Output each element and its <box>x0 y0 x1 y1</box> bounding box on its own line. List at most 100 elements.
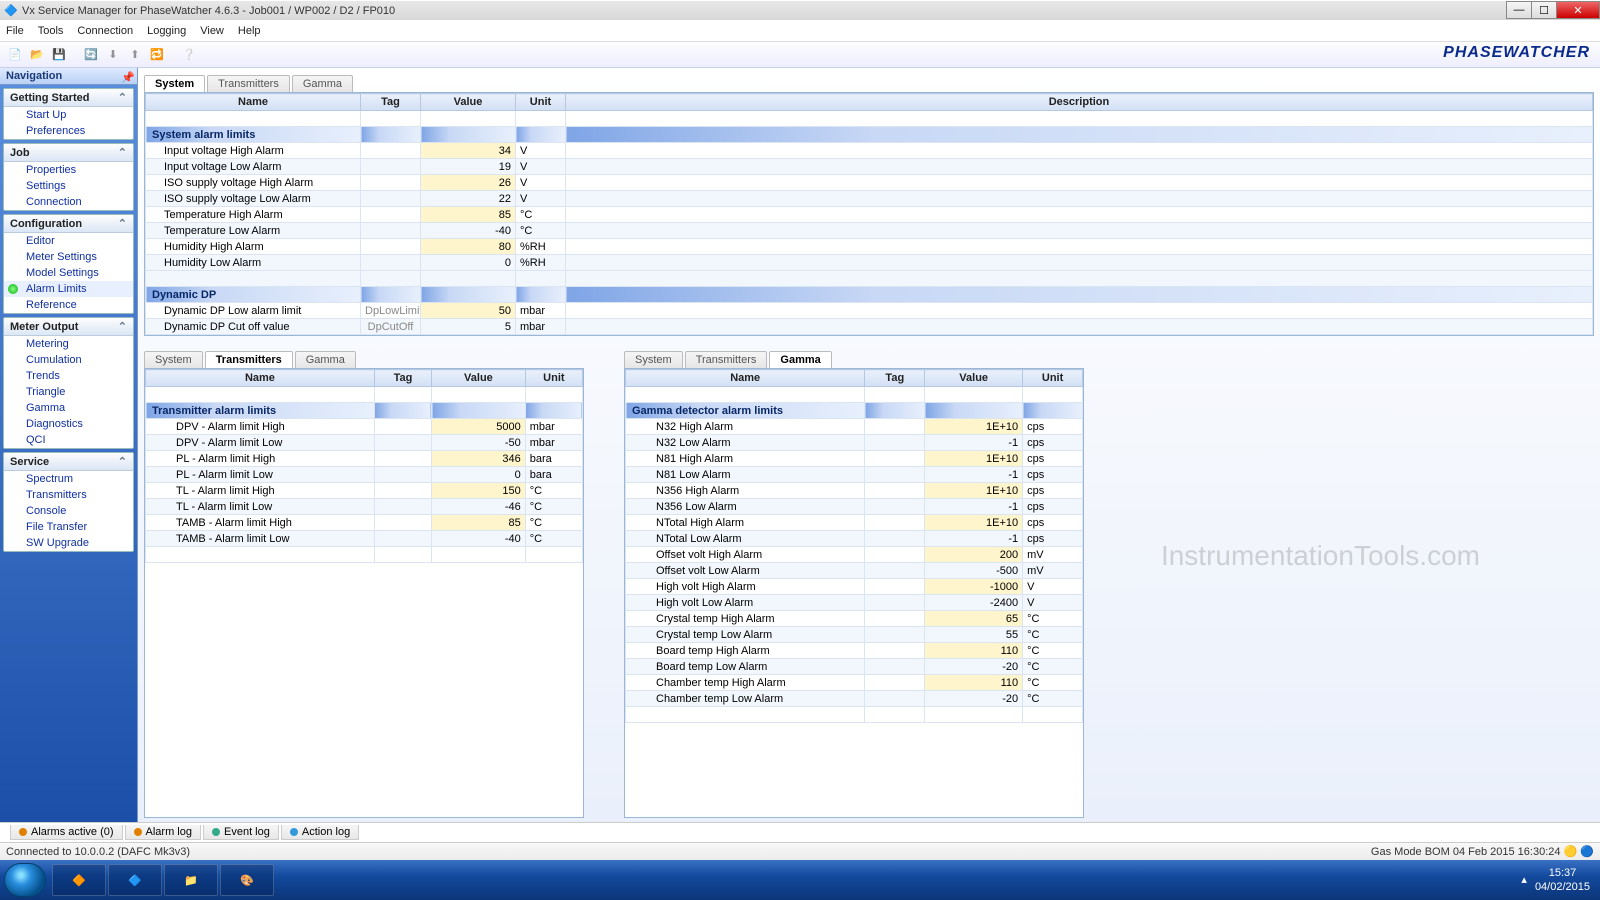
menu-connection[interactable]: Connection <box>77 25 133 37</box>
pin-icon[interactable]: 📌 <box>121 71 131 81</box>
column-header[interactable]: Unit <box>525 370 582 387</box>
table-row[interactable]: TAMB - Alarm limit Low-40°C <box>146 531 583 547</box>
save-icon[interactable]: 💾 <box>50 46 68 64</box>
table-row[interactable]: Dynamic DP Cut off valueDpCutOff5mbar <box>146 319 1593 335</box>
menu-view[interactable]: View <box>200 25 224 37</box>
tab-transmitters[interactable]: Transmitters <box>205 351 293 368</box>
task-item[interactable]: 🔶 <box>52 864 106 896</box>
column-header[interactable]: Value <box>925 370 1023 387</box>
refresh-icon[interactable]: 🔄 <box>82 46 100 64</box>
tab-gamma[interactable]: Gamma <box>295 351 356 368</box>
nav-item-alarm-limits[interactable]: Alarm Limits <box>4 281 133 297</box>
upload-icon[interactable]: ⬆ <box>126 46 144 64</box>
nav-item-gamma[interactable]: Gamma <box>4 400 133 416</box>
collapse-icon[interactable]: ⌃ <box>118 217 127 230</box>
task-item[interactable]: 🔷 <box>108 864 162 896</box>
table-row[interactable]: ISO supply voltage Low Alarm22V <box>146 191 1593 207</box>
collapse-icon[interactable]: ⌃ <box>118 455 127 468</box>
task-item[interactable]: 📁 <box>164 864 218 896</box>
nav-item-cumulation[interactable]: Cumulation <box>4 352 133 368</box>
nav-item-sw-upgrade[interactable]: SW Upgrade <box>4 535 133 551</box>
nav-panel-header[interactable]: Getting Started⌃ <box>4 89 133 107</box>
nav-item-spectrum[interactable]: Spectrum <box>4 471 133 487</box>
bottom-tab[interactable]: Event log <box>203 825 279 840</box>
table-row[interactable]: Crystal temp Low Alarm55°C <box>626 627 1083 643</box>
nav-item-settings[interactable]: Settings <box>4 178 133 194</box>
collapse-icon[interactable]: ⌃ <box>118 146 127 159</box>
table-row[interactable]: N32 Low Alarm-1cps <box>626 435 1083 451</box>
table-row[interactable]: Input voltage High Alarm34V <box>146 143 1593 159</box>
table-row[interactable]: Board temp Low Alarm-20°C <box>626 659 1083 675</box>
table-row[interactable]: TL - Alarm limit Low-46°C <box>146 499 583 515</box>
tab-system[interactable]: System <box>624 351 683 368</box>
download-icon[interactable]: ⬇ <box>104 46 122 64</box>
nav-panel-header[interactable]: Job⌃ <box>4 144 133 162</box>
column-header[interactable]: Unit <box>1023 370 1083 387</box>
collapse-icon[interactable]: ⌃ <box>118 91 127 104</box>
column-header[interactable]: Name <box>626 370 865 387</box>
table-row[interactable]: Chamber temp High Alarm110°C <box>626 675 1083 691</box>
table-row[interactable]: Offset volt Low Alarm-500mV <box>626 563 1083 579</box>
table-row[interactable]: Humidity High Alarm80%RH <box>146 239 1593 255</box>
nav-item-meter-settings[interactable]: Meter Settings <box>4 249 133 265</box>
table-row[interactable]: Offset volt High Alarm200mV <box>626 547 1083 563</box>
table-row[interactable]: Humidity Low Alarm0%RH <box>146 255 1593 271</box>
column-header[interactable]: Description <box>566 94 1593 111</box>
column-header[interactable]: Tag <box>374 370 431 387</box>
table-row[interactable]: Dynamic DP Low alarm limitDpLowLimit50mb… <box>146 303 1593 319</box>
task-item[interactable]: 🎨 <box>220 864 274 896</box>
bottom-tab[interactable]: Alarm log <box>125 825 201 840</box>
table-row[interactable]: N81 Low Alarm-1cps <box>626 467 1083 483</box>
bottom-tab[interactable]: Action log <box>281 825 359 840</box>
tab-gamma[interactable]: Gamma <box>769 351 831 368</box>
close-button[interactable]: ✕ <box>1556 1 1600 19</box>
start-button[interactable] <box>4 863 46 897</box>
table-row[interactable]: High volt High Alarm-1000V <box>626 579 1083 595</box>
nav-item-console[interactable]: Console <box>4 503 133 519</box>
tray-arrow-icon[interactable]: ▴ <box>1521 873 1527 887</box>
menu-logging[interactable]: Logging <box>147 25 186 37</box>
table-row[interactable]: High volt Low Alarm-2400V <box>626 595 1083 611</box>
nav-item-transmitters[interactable]: Transmitters <box>4 487 133 503</box>
table-row[interactable]: DPV - Alarm limit High5000mbar <box>146 419 583 435</box>
table-row[interactable]: N356 High Alarm1E+10cps <box>626 483 1083 499</box>
table-row[interactable]: N356 Low Alarm-1cps <box>626 499 1083 515</box>
tab-system[interactable]: System <box>144 75 205 92</box>
table-row[interactable]: Board temp High Alarm110°C <box>626 643 1083 659</box>
table-row[interactable]: N32 High Alarm1E+10cps <box>626 419 1083 435</box>
column-header[interactable]: Tag <box>361 94 421 111</box>
table-row[interactable]: DPV - Alarm limit Low-50mbar <box>146 435 583 451</box>
table-row[interactable]: ISO supply voltage High Alarm26V <box>146 175 1593 191</box>
maximize-button[interactable]: ☐ <box>1531 1 1557 19</box>
nav-item-metering[interactable]: Metering <box>4 336 133 352</box>
nav-panel-header[interactable]: Service⌃ <box>4 453 133 471</box>
nav-item-reference[interactable]: Reference <box>4 297 133 313</box>
menu-tools[interactable]: Tools <box>38 25 64 37</box>
column-header[interactable]: Value <box>432 370 526 387</box>
table-row[interactable]: N81 High Alarm1E+10cps <box>626 451 1083 467</box>
tab-gamma[interactable]: Gamma <box>292 75 353 92</box>
table-row[interactable]: Crystal temp High Alarm65°C <box>626 611 1083 627</box>
nav-panel-header[interactable]: Configuration⌃ <box>4 215 133 233</box>
help-icon[interactable]: ❔ <box>180 46 198 64</box>
table-row[interactable]: Temperature High Alarm85°C <box>146 207 1593 223</box>
nav-item-triangle[interactable]: Triangle <box>4 384 133 400</box>
menu-help[interactable]: Help <box>238 25 261 37</box>
table-row[interactable]: Chamber temp Low Alarm-20°C <box>626 691 1083 707</box>
system-tray[interactable]: ▴ 15:37 04/02/2015 <box>1515 866 1596 894</box>
column-header[interactable]: Tag <box>865 370 925 387</box>
column-header[interactable]: Value <box>421 94 516 111</box>
tab-transmitters[interactable]: Transmitters <box>207 75 290 92</box>
minimize-button[interactable]: — <box>1506 1 1532 19</box>
nav-item-preferences[interactable]: Preferences <box>4 123 133 139</box>
nav-item-trends[interactable]: Trends <box>4 368 133 384</box>
nav-item-diagnostics[interactable]: Diagnostics <box>4 416 133 432</box>
column-header[interactable]: Unit <box>516 94 566 111</box>
nav-item-editor[interactable]: Editor <box>4 233 133 249</box>
tab-transmitters[interactable]: Transmitters <box>685 351 768 368</box>
table-row[interactable]: PL - Alarm limit Low0bara <box>146 467 583 483</box>
bottom-tab[interactable]: Alarms active (0) <box>10 825 123 840</box>
nav-item-start-up[interactable]: Start Up <box>4 107 133 123</box>
table-row[interactable]: Input voltage Low Alarm19V <box>146 159 1593 175</box>
table-row[interactable]: TAMB - Alarm limit High85°C <box>146 515 583 531</box>
